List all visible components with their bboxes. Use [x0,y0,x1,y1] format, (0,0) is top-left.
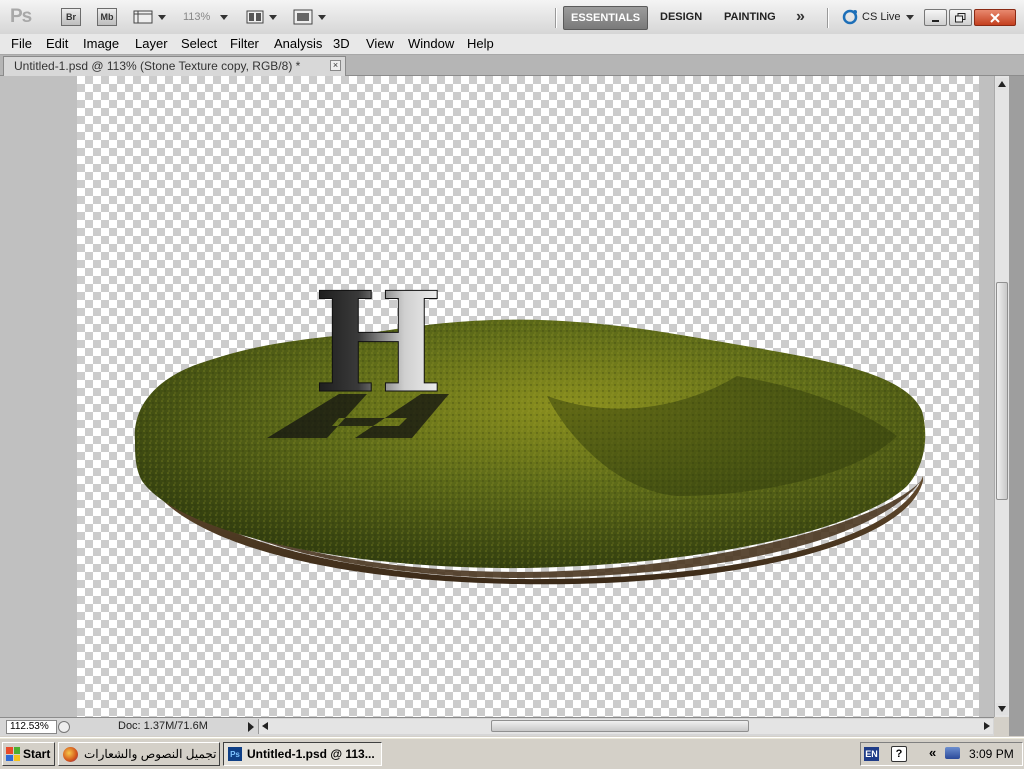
taskbar-firefox-window[interactable]: تجميل النصوص والشعارات ... [58,742,220,766]
menu-filter[interactable]: Filter [230,36,259,51]
arrow-down-icon [998,706,1006,712]
mini-bridge-button[interactable]: Mb [97,0,117,34]
taskbar-window-label: Untitled-1.psd @ 113... [247,747,375,761]
restore-button[interactable] [949,9,972,26]
close-button[interactable] [974,9,1016,26]
cs-live-button[interactable]: CS Live [842,0,914,34]
minimize-icon [931,19,939,22]
application-bar: Ps Br Mb 113% ESSENTIALS DESIGN PAINTING… [0,0,1024,35]
arrow-up-icon [998,81,1006,87]
start-button[interactable]: Start [2,742,55,766]
menu-select[interactable]: Select [181,36,217,51]
cs-live-label: CS Live [862,11,901,23]
windows-taskbar: Start تجميل النصوص والشعارات ... Ps Unti… [0,737,1024,769]
chevron-down-icon [269,14,277,20]
workspace-design[interactable]: DESIGN [653,6,709,28]
separator [827,8,829,28]
separator [555,8,557,28]
windows-logo-icon [6,747,20,761]
scroll-up-button[interactable] [996,78,1008,90]
photoshop-logo: Ps [10,6,32,27]
zoom-input[interactable]: 112.53% [6,720,57,734]
menu-layer[interactable]: Layer [135,36,168,51]
menu-3d[interactable]: 3D [333,36,350,51]
canvas[interactable]: H [77,76,979,717]
document-tab-title: Untitled-1.psd @ 113% (Stone Texture cop… [14,59,301,73]
bridge-button[interactable]: Br [61,0,81,34]
arrow-right-icon[interactable] [984,722,990,730]
workspace-essentials[interactable]: ESSENTIALS [563,6,649,30]
system-tray: EN ? « 3:09 PM [860,742,1023,766]
document-size: Doc: 1.37M/71.6M [118,720,208,732]
start-label: Start [23,747,51,761]
bridge-icon: Br [61,8,81,26]
status-info-icon[interactable] [58,721,70,733]
menu-help[interactable]: Help [467,36,494,51]
menu-analysis[interactable]: Analysis [274,36,322,51]
arrange-documents-button[interactable] [246,0,277,34]
document-tab[interactable]: Untitled-1.psd @ 113% (Stone Texture cop… [3,56,346,76]
arrange-documents-icon [246,10,264,24]
document-tab-strip: Untitled-1.psd @ 113% (Stone Texture cop… [0,55,1024,76]
taskbar-window-label: تجميل النصوص والشعارات ... [84,747,219,761]
close-icon [990,12,1000,23]
arrow-left-icon[interactable] [262,722,268,730]
chevron-down-icon [905,14,914,20]
network-icon[interactable] [945,747,960,759]
menu-edit[interactable]: Edit [46,36,68,51]
chevron-down-icon [158,14,166,20]
help-icon[interactable]: ? [891,746,907,762]
menu-image[interactable]: Image [83,36,119,51]
show-hidden-icons-icon[interactable]: « [929,745,936,760]
status-menu-arrow-icon[interactable] [248,722,254,732]
horizontal-scrollbar[interactable] [258,719,993,734]
menu-view[interactable]: View [366,36,394,51]
menu-file[interactable]: File [11,36,32,51]
minibridge-icon: Mb [97,8,117,26]
menu-window[interactable]: Window [408,36,454,51]
language-indicator[interactable]: EN [864,747,879,761]
chevron-down-icon [220,14,229,20]
view-extras-button[interactable] [133,0,166,34]
horizontal-scroll-thumb[interactable] [491,720,749,732]
restore-icon [955,12,966,22]
photoshop-icon: Ps [228,747,242,761]
view-extras-icon [133,10,153,24]
zoom-level-value: 113% [183,11,211,23]
clock: 3:09 PM [969,747,1014,761]
zoom-level-dropdown[interactable]: 113% [183,0,229,34]
scroll-down-button[interactable] [996,703,1008,715]
minimize-button[interactable] [924,9,947,26]
canvas-artwork: H [134,261,926,585]
status-bar: 112.53% Doc: 1.37M/71.6M [0,717,994,736]
screen-mode-button[interactable] [293,0,326,34]
letter-h: H [313,261,443,424]
screen-mode-icon [293,9,313,25]
chevron-down-icon [318,14,326,20]
firefox-icon [63,746,78,762]
taskbar-photoshop-window[interactable]: Ps Untitled-1.psd @ 113... [223,742,382,766]
cs-live-icon [842,9,858,25]
vertical-scroll-thumb[interactable] [996,282,1008,500]
vertical-scrollbar[interactable] [994,76,1009,717]
menu-bar: File Edit Image Layer Select Filter Anal… [0,34,1024,55]
workspace-painting[interactable]: PAINTING [717,6,783,28]
document-workspace: H [0,76,994,717]
more-workspaces-button[interactable]: » [796,0,805,34]
close-tab-icon[interactable]: × [330,60,341,71]
right-panel-edge [1009,76,1024,736]
